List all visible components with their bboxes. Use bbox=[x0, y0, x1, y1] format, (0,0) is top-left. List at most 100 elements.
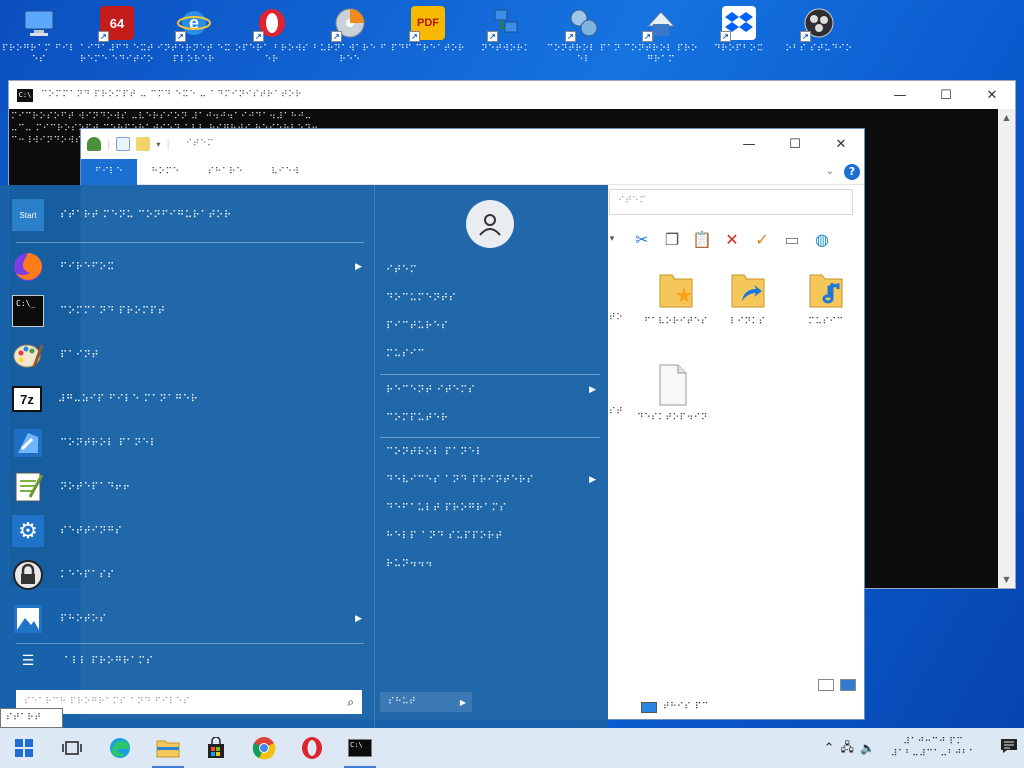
terminal-scrollbar[interactable]: ▲ ▼ bbox=[998, 109, 1015, 588]
shutdown-button[interactable]: ⠎⠓⠥⠞ ▶ bbox=[380, 692, 472, 712]
start-item-settings[interactable]: ⚙ ⠎⠑⠞⠞⠊⠝⠛⠎ bbox=[12, 511, 366, 551]
details-view-icon[interactable] bbox=[818, 679, 834, 691]
close-button[interactable]: ✕ bbox=[818, 129, 864, 159]
tab-home[interactable]: ⠓⠕⠍⠑ bbox=[137, 159, 193, 185]
submenu-arrow-icon: ▶ bbox=[355, 614, 362, 624]
start-link-devices-printers[interactable]: ⠙⠑⠧⠊⠉⠑⠎ ⠁⠝⠙ ⠏⠗⠊⠝⠞⠑⠗⠎ ▶ bbox=[386, 475, 596, 486]
start-item-keepass[interactable]: ⠅⠑⠑⠏⠁⠎⠎ bbox=[12, 555, 366, 595]
checkmark-icon[interactable]: ✓ bbox=[751, 228, 773, 250]
action-center-icon[interactable] bbox=[1000, 738, 1018, 758]
taskbar-edge[interactable] bbox=[96, 728, 144, 768]
start-item-notepadpp[interactable]: ⠝⠕⠞⠑⠏⠁⠙⠖⠖ bbox=[12, 467, 366, 507]
shell-icon[interactable]: ◍ bbox=[811, 228, 833, 250]
start-link-item[interactable]: ⠊⠞⠑⠍ bbox=[386, 265, 596, 276]
tab-file[interactable]: ⠋⠊⠇⠑ bbox=[81, 158, 138, 185]
list-item[interactable]: ⠍⠥⠎⠊⠉ bbox=[791, 267, 861, 328]
desktop-icon-network[interactable]: ↗ ⠝⠑⠞⠺⠕⠗⠅ bbox=[467, 4, 545, 74]
start-item-paint[interactable]: ⠏⠁⠊⠝⠞ bbox=[12, 335, 366, 375]
network-icon[interactable]: 🖧 bbox=[841, 738, 854, 759]
volume-icon[interactable]: 🔈 bbox=[860, 741, 875, 755]
address-bar[interactable]: ⠊⠞⠑⠍ bbox=[609, 189, 853, 215]
taskbar-command-prompt[interactable]: C:\ bbox=[336, 728, 384, 768]
start-link-control-panel[interactable]: ⠉⠕⠝⠞⠗⠕⠇ ⠏⠁⠝⠑⠇ bbox=[386, 447, 596, 458]
new-folder-icon[interactable] bbox=[136, 137, 151, 151]
start-link-pictures[interactable]: ⠏⠊⠉⠞⠥⠗⠑⠎ bbox=[386, 321, 596, 332]
maximize-button[interactable]: ☐ bbox=[923, 81, 969, 109]
properties-card-icon[interactable]: ▭ bbox=[781, 228, 803, 250]
qat-dropdown-icon[interactable]: ▾ bbox=[156, 140, 160, 149]
start-link-recent-items[interactable]: ⠗⠑⠉⠑⠝⠞ ⠊⠞⠑⠍⠎ ▶ bbox=[386, 385, 596, 396]
start-button[interactable] bbox=[0, 728, 48, 768]
start-item-firefox[interactable]: ⠋⠊⠗⠑⠋⠕⠭ ▶ bbox=[12, 247, 366, 287]
control-icon: ↗ bbox=[642, 6, 678, 42]
start-menu-item-label: ⠎⠑⠞⠞⠊⠝⠛⠎ bbox=[60, 525, 123, 537]
desktop-icon-control-panel[interactable]: ↗ ⠉⠕⠝⠞⠗⠕⠇ ⠏⠁⠝⠑⠇ bbox=[545, 4, 623, 74]
help-icon[interactable]: ? bbox=[844, 163, 860, 180]
task-view-button[interactable] bbox=[48, 728, 96, 768]
list-item[interactable]: ⠋⠁⠧⠕⠗⠊⠞⠑⠎ bbox=[641, 267, 711, 328]
user-avatar[interactable] bbox=[466, 200, 514, 248]
start-link-default-programs[interactable]: ⠙⠑⠋⠁⠥⠇⠞ ⠏⠗⠕⠛⠗⠁⠍⠎ bbox=[386, 503, 596, 514]
start-menu-configurator[interactable]: Start ⠎⠞⠁⠗⠞ ⠍⠑⠝⠥ ⠉⠕⠝⠋⠊⠛⠥⠗⠁⠞⠕⠗ bbox=[12, 195, 366, 235]
start-link-help-support[interactable]: ⠓⠑⠇⠏ ⠁⠝⠙ ⠎⠥⠏⠏⠕⠗⠞ bbox=[386, 531, 596, 542]
tab-share[interactable]: ⠎⠓⠁⠗⠑ bbox=[194, 159, 257, 185]
taskbar-store[interactable] bbox=[192, 728, 240, 768]
paste-icon[interactable]: 📋 bbox=[691, 228, 713, 250]
notepad-plus-icon bbox=[12, 471, 44, 503]
start-item-photos[interactable]: ⠏⠓⠕⠞⠕⠎ ▶ bbox=[12, 599, 366, 639]
search-icon[interactable]: ⌕ bbox=[347, 695, 354, 710]
start-menu-item-label: ⠏⠓⠕⠞⠕⠎ bbox=[60, 613, 107, 625]
desktop-icon-control-program[interactable]: ↗ ⠉⠕⠝⠞⠗⠕⠇ ⠏⠗⠕⠛⠗⠁⠍ bbox=[622, 4, 700, 74]
tray-chevron-up-icon[interactable]: ⌃ bbox=[824, 741, 835, 756]
desktop-icon-aida64[interactable]: 64↗ ⠁⠊⠙⠁⠼⠋⠙ ⠑⠭⠞⠗⠑⠍⠑ ⠑⠙⠊⠞⠊⠕⠝ bbox=[78, 4, 156, 74]
start-item-7zip[interactable]: 7z ⠼⠛⠤⠵⠊⠏ ⠋⠊⠇⠑ ⠍⠁⠝⠁⠛⠑⠗ bbox=[12, 379, 366, 419]
delete-icon[interactable]: ✕ bbox=[721, 228, 743, 250]
chrome-icon bbox=[252, 737, 276, 760]
tab-view[interactable]: ⠧⠊⠑⠺ bbox=[257, 159, 313, 185]
shutdown-options-arrow-icon[interactable]: ▶ bbox=[460, 698, 466, 707]
this-pc-icon bbox=[641, 701, 657, 713]
desktop-icon-program-files[interactable]: ⠏⠗⠕⠛⠗⠁⠍ ⠋⠊⠇⠑⠎ bbox=[0, 4, 78, 74]
close-button[interactable]: ✕ bbox=[969, 81, 1015, 109]
desktop-icon-dropbox[interactable]: ↗ ⠙⠗⠕⠏⠃⠕⠭ bbox=[700, 4, 778, 74]
command-prompt-icon: C:\_ bbox=[12, 295, 44, 327]
start-search-input[interactable]: ⠎⠑⠁⠗⠉⠓ ⠏⠗⠕⠛⠗⠁⠍⠎ ⠁⠝⠙ ⠋⠊⠇⠑⠎ ⌕ bbox=[16, 690, 362, 714]
minimize-button[interactable]: — bbox=[877, 81, 923, 109]
network-icon: ↗ bbox=[487, 6, 523, 42]
large-icons-view-icon[interactable] bbox=[840, 679, 856, 691]
start-item-command-prompt[interactable]: C:\_ ⠉⠕⠍⠍⠁⠝⠙ ⠏⠗⠕⠍⠏⠞ bbox=[12, 291, 366, 331]
dropbox-icon: ↗ bbox=[720, 6, 756, 42]
clock[interactable]: ⠼⠁⠚⠒⠉⠚ ⠏⠍ ⠼⠁⠃⠤⠼⠉⠁⠤⠃⠚⠃⠁ bbox=[891, 736, 976, 760]
start-item-control-panel[interactable]: ⠉⠕⠝⠞⠗⠕⠇ ⠏⠁⠝⠑⠇ bbox=[12, 423, 366, 463]
desktop-icon-opera[interactable]: ↗ ⠕⠏⠑⠗⠁ ⠃⠗⠕⠺⠎⠑⠗ bbox=[233, 4, 311, 74]
list-item[interactable]: ⠙⠑⠎⠅⠞⠕⠏⠲⠊⠝⠊ bbox=[637, 363, 707, 424]
taskbar-opera[interactable] bbox=[288, 728, 336, 768]
list-item[interactable]: ⠇⠊⠝⠅⠎ bbox=[713, 267, 783, 328]
properties-icon[interactable] bbox=[116, 137, 131, 151]
ribbon-expand-chevron-icon[interactable]: ⌄ bbox=[826, 166, 834, 177]
terminal-titlebar[interactable]: C:\ ⠉⠕⠍⠍⠁⠝⠙ ⠏⠗⠕⠍⠏⠞ ⠤ ⠉⠍⠙ ⠑⠭⠑ ⠤ ⠁⠙⠍⠊⠝⠊⠎⠞⠗… bbox=[9, 81, 1015, 109]
music-folder-icon bbox=[806, 267, 846, 311]
desktop-icon-internet-explorer[interactable]: e ↗ ⠊⠝⠞⠑⠗⠝⠑⠞ ⠑⠭⠏⠇⠕⠗⠑⠗ bbox=[155, 4, 233, 74]
scroll-up-arrow-icon[interactable]: ▲ bbox=[998, 109, 1015, 126]
cut-icon[interactable]: ✂ bbox=[631, 228, 653, 250]
start-link-computer[interactable]: ⠉⠕⠍⠏⠥⠞⠑⠗ bbox=[386, 413, 596, 424]
all-programs-button[interactable]: ☰ ⠁⠇⠇ ⠏⠗⠕⠛⠗⠁⠍⠎ bbox=[12, 641, 366, 681]
desktop-icon-pdf-creator[interactable]: PDF ↗ ⠏⠙⠋ ⠉⠗⠑⠁⠞⠕⠗ bbox=[389, 4, 467, 74]
maximize-button[interactable]: ☐ bbox=[772, 129, 818, 159]
scroll-down-arrow-icon[interactable]: ▼ bbox=[998, 571, 1015, 588]
edge-icon bbox=[110, 738, 130, 758]
start-tooltip: ⠎⠞⠁⠗⠞ bbox=[0, 708, 63, 728]
start-menu-item-label: ⠉⠕⠝⠞⠗⠕⠇ ⠏⠁⠝⠑⠇ bbox=[60, 437, 158, 449]
taskbar-chrome[interactable] bbox=[240, 728, 288, 768]
explorer-titlebar[interactable]: | ▾ | ⠊⠞⠑⠍ — ☐ ✕ bbox=[81, 129, 864, 159]
desktop-icon-obs-studio[interactable]: ↗ ⠕⠃⠎ ⠎⠞⠥⠙⠊⠕ bbox=[780, 4, 858, 74]
taskbar-file-explorer[interactable] bbox=[144, 728, 192, 768]
start-link-run[interactable]: ⠗⠥⠝⠲⠲⠲ bbox=[386, 559, 596, 570]
start-link-music[interactable]: ⠍⠥⠎⠊⠉ bbox=[386, 349, 596, 360]
minimize-button[interactable]: — bbox=[726, 129, 772, 159]
desktop-icon-burnaware[interactable]: ↗ ⠃⠥⠗⠝⠁⠺⠁⠗⠑ ⠋⠗⠑⠑ bbox=[311, 4, 389, 74]
settings-gear-icon: ⚙ bbox=[12, 515, 44, 547]
start-link-documents[interactable]: ⠙⠕⠉⠥⠍⠑⠝⠞⠎ bbox=[386, 293, 596, 304]
copy-icon[interactable]: ❐ bbox=[661, 228, 683, 250]
